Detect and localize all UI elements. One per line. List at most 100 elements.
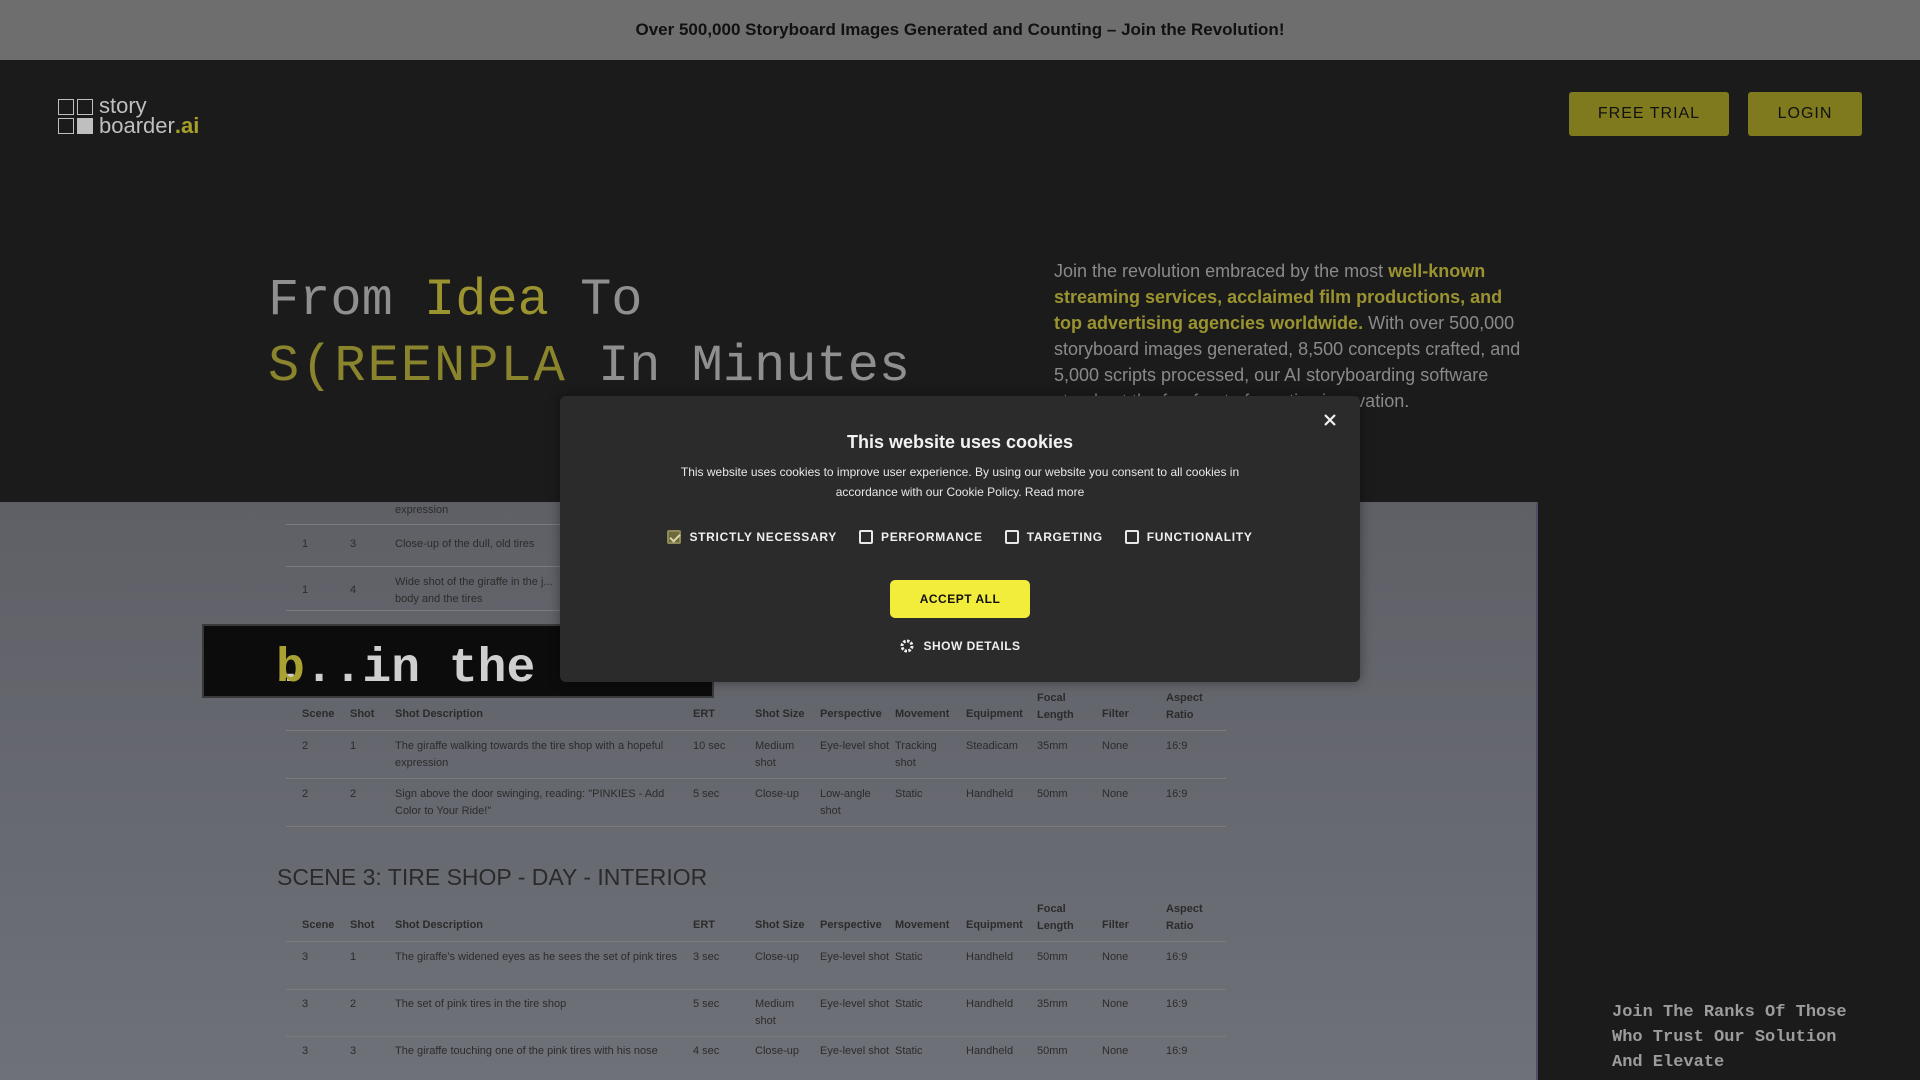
table-cell: 5 sec: [693, 998, 720, 1010]
column-header: Perspective: [820, 919, 882, 931]
table-cell: Eye-level shot: [820, 1045, 890, 1057]
login-button[interactable]: LOGIN: [1748, 92, 1862, 136]
table-cell: 16:9: [1166, 1045, 1188, 1057]
checkbox-label: STRICTLY NECESSARY: [689, 530, 837, 544]
table-cell: 2: [302, 740, 309, 752]
storyboarder-logo[interactable]: story boarder.ai: [58, 95, 200, 138]
table-cell: 3: [302, 951, 309, 963]
column-header: Scene: [302, 708, 335, 720]
checkbox-strictly-necessary[interactable]: STRICTLY NECESSARY: [667, 530, 837, 544]
column-header: Aspect Ratio: [1166, 903, 1203, 932]
table-cell: Handheld: [966, 998, 1014, 1010]
checkbox-icon[interactable]: [1124, 530, 1139, 544]
overlay-text: ...in the: [276, 642, 536, 696]
table-cell: 35mm: [1037, 740, 1068, 752]
hero-title-from: From: [268, 271, 425, 330]
checkbox-icon[interactable]: [858, 530, 873, 544]
top-row-desc: expression: [395, 504, 449, 516]
table-cell: None: [1102, 740, 1129, 752]
show-details-label: SHOW DETAILS: [923, 639, 1021, 653]
table-cell: The giraffe walking towards the tire sho…: [395, 740, 664, 769]
column-header: Aspect Ratio: [1166, 692, 1203, 721]
table-cell: The giraffe's widened eyes as he sees th…: [395, 951, 677, 963]
column-header: Equipment: [966, 919, 1023, 931]
table-cell: 50mm: [1037, 951, 1068, 963]
close-icon[interactable]: [1320, 410, 1340, 430]
table-cell: Medium shot: [755, 998, 795, 1027]
checkbox-targeting[interactable]: TARGETING: [1004, 530, 1103, 544]
column-header: Filter: [1102, 708, 1129, 720]
table-cell: Close-up: [755, 788, 800, 800]
free-trial-button[interactable]: FREE TRIAL: [1569, 92, 1729, 136]
table-cell: Static: [895, 788, 923, 800]
table-cell: 16:9: [1166, 740, 1188, 752]
table-cell: None: [1102, 788, 1129, 800]
cookie-consent-dialog: This website uses cookies This website u…: [560, 396, 1360, 682]
table-cell: 1: [350, 951, 357, 963]
hero-title-idea: Idea: [424, 271, 549, 330]
top-row-shot: 3: [350, 538, 357, 550]
table-cell: None: [1102, 1045, 1129, 1057]
logo-line2-suffix: .ai: [174, 113, 200, 138]
hero-title-to: To: [548, 271, 643, 330]
table-cell: The giraffe touching one of the pink tir…: [395, 1045, 658, 1057]
hero-title-in-minutes: In Minutes: [566, 337, 911, 396]
hero-title-animated-word: S(REENPLA: [268, 337, 567, 396]
table-cell: 5 sec: [693, 788, 720, 800]
column-header: Perspective: [820, 708, 882, 720]
hero-text-a: Join the revolution embraced by the most: [1054, 261, 1389, 281]
table-cell: Tracking shot: [895, 740, 937, 769]
checkbox-performance[interactable]: PERFORMANCE: [858, 530, 983, 544]
gear-icon: [900, 639, 914, 653]
checkbox-label: FUNCTIONALITY: [1146, 530, 1253, 544]
column-header: Focal Length: [1037, 692, 1074, 721]
table-cell: 2: [350, 998, 357, 1010]
checkbox-label: TARGETING: [1026, 530, 1103, 544]
table-cell: 16:9: [1166, 998, 1188, 1010]
table-cell: 50mm: [1037, 1045, 1068, 1057]
column-header: Shot: [350, 708, 375, 720]
column-header: Shot: [350, 919, 375, 931]
table-cell: 3: [302, 998, 309, 1010]
table-cell: 3: [302, 1045, 309, 1057]
checkbox-functionality[interactable]: FUNCTIONALITY: [1124, 530, 1253, 544]
checkbox-label: PERFORMANCE: [880, 530, 983, 544]
table-cell: 3: [350, 1045, 357, 1057]
table-cell: None: [1102, 998, 1129, 1010]
top-row-shot: 4: [350, 584, 357, 596]
table-cell: Close-up: [755, 951, 800, 963]
column-header: Shot Size: [755, 919, 805, 931]
column-header: Equipment: [966, 708, 1023, 720]
table-cell: The set of pink tires in the tire shop: [395, 998, 567, 1010]
table-cell: Static: [895, 998, 923, 1010]
table-cell: 3 sec: [693, 951, 720, 963]
column-header: Shot Description: [395, 919, 484, 931]
checkbox-icon[interactable]: [1004, 530, 1019, 544]
table-cell: Eye-level shot: [820, 998, 890, 1010]
cookie-options: STRICTLY NECESSARY PERFORMANCE TARGETING…: [560, 530, 1360, 544]
table-cell: 50mm: [1037, 788, 1068, 800]
logo-line2-prefix: boarder: [99, 113, 175, 138]
cookie-body: This website uses cookies to improve use…: [680, 465, 1240, 499]
top-row-desc: Close-up of the dull, old tires: [395, 538, 535, 550]
show-details-button[interactable]: SHOW DETAILS: [560, 638, 1360, 654]
top-row-scene: 1: [302, 538, 309, 550]
table-cell: Low-angle shot: [820, 788, 871, 817]
table-cell: Eye-level shot: [820, 740, 890, 752]
table-cell: Handheld: [966, 951, 1014, 963]
table-cell: Sign above the door swinging, reading: "…: [395, 788, 665, 817]
hero-title: From Idea To S(REENPLA In Minutes: [268, 268, 910, 400]
top-row-desc-l1: Wide shot of the giraffe in the j...: [395, 576, 553, 588]
column-header: Shot Size: [755, 708, 805, 720]
column-header: ERT: [693, 708, 715, 720]
table-cell: 4 sec: [693, 1045, 720, 1057]
table-cell: 16:9: [1166, 951, 1188, 963]
table-cell: Close-up: [755, 1045, 800, 1057]
accept-all-button[interactable]: ACCEPT ALL: [890, 580, 1030, 618]
top-row-scene: 1: [302, 584, 309, 596]
checkbox-checked-icon[interactable]: [667, 530, 682, 544]
trust-tagline: Join The Ranks Of Those Who Trust Our So…: [1612, 1003, 1847, 1072]
announcement-banner: Over 500,000 Storyboard Images Generated…: [0, 0, 1920, 60]
table-cell: 16:9: [1166, 788, 1188, 800]
table-cell: Steadicam: [966, 740, 1018, 752]
